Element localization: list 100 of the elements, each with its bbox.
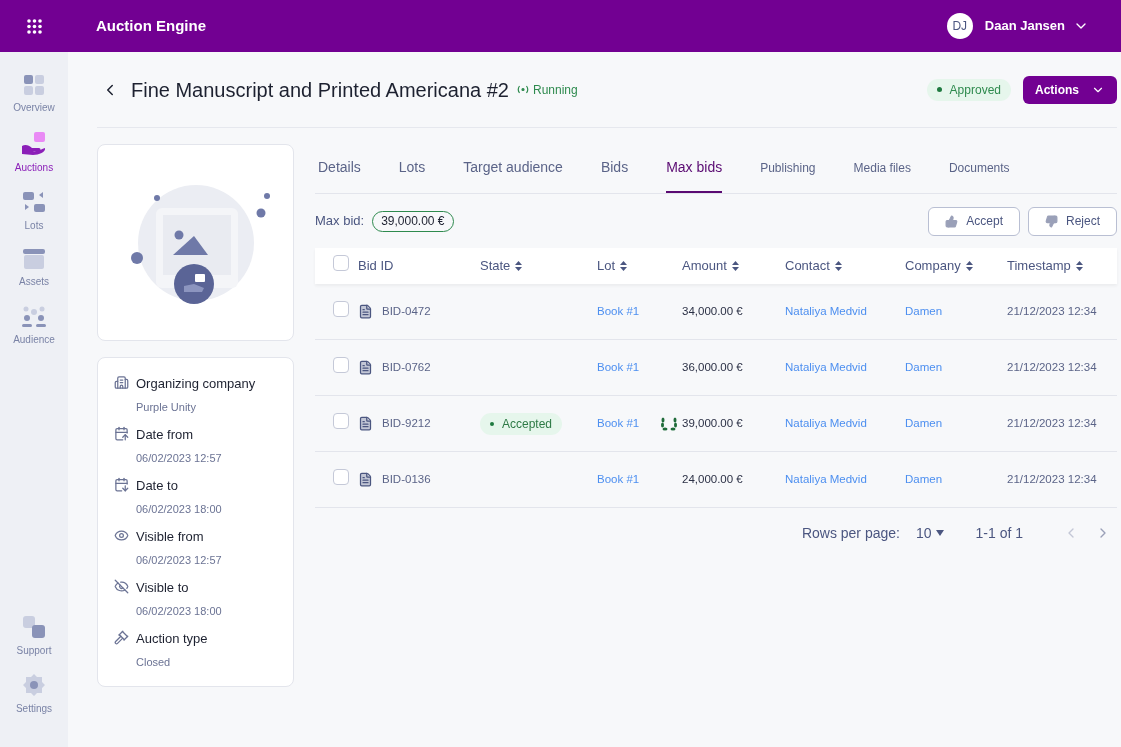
checkbox[interactable] (333, 300, 349, 317)
contact-link[interactable]: Nataliya Medvid (785, 472, 867, 485)
tab[interactable]: Media files (853, 144, 911, 193)
company-link[interactable]: Damen (905, 472, 943, 485)
table-cell: 21/12/2023 12:34 (1007, 304, 1097, 317)
tab[interactable]: Max bids (666, 144, 723, 193)
lot-link[interactable]: Book #1 (597, 470, 640, 489)
sort-icon[interactable] (965, 261, 973, 271)
actions-button[interactable]: Actions (1023, 75, 1117, 104)
document-icon (358, 416, 373, 431)
table-cell: 21/12/2023 12:34 (1007, 360, 1097, 373)
table-cell: 34,000.00 € (682, 304, 743, 317)
checkbox[interactable] (333, 356, 349, 373)
detail-label: Organizing company (136, 375, 256, 393)
tab[interactable]: Documents (948, 144, 1010, 193)
boxes-icon (22, 190, 46, 214)
contact-link[interactable]: Nataliya Medvid (785, 416, 867, 429)
detail-value: 06/02/2023 12:57 (136, 552, 222, 568)
apps-grid-icon[interactable] (26, 18, 42, 34)
table-cell-text: BID-9212 (382, 415, 431, 431)
detail-label: Date from (136, 426, 195, 444)
lot-link[interactable]: Book #1 (597, 358, 640, 377)
archive-icon (22, 248, 46, 270)
rows-per-page-select[interactable]: 10 (915, 522, 944, 544)
table-cell-text: BID-0136 (382, 471, 431, 487)
tab[interactable]: Target audience (463, 144, 563, 193)
document-icon (358, 304, 373, 319)
app-title: Auction Engine (96, 15, 206, 36)
people-icon (21, 306, 47, 328)
tab[interactable]: Bids (600, 144, 629, 193)
tab[interactable]: Lots (398, 144, 426, 193)
building-icon (114, 375, 129, 390)
detail-label: Auction type (136, 630, 208, 648)
sidebar-item[interactable]: Lots (22, 190, 46, 248)
eye-icon (114, 528, 129, 543)
column-header: Timestamp (1007, 257, 1071, 276)
reject-button[interactable]: Reject (1028, 206, 1117, 236)
sidebar-item[interactable]: Settings (15, 673, 53, 731)
column-header: Bid ID (358, 257, 394, 276)
approved-badge: Approved (926, 78, 1011, 101)
user-avatar[interactable]: DJ (946, 13, 973, 39)
sidebar-item[interactable]: Audience (13, 306, 55, 364)
contact-link[interactable]: Nataliya Medvid (785, 304, 867, 317)
company-link[interactable]: Damen (905, 304, 943, 317)
column-header: Company (905, 257, 961, 276)
sidebar-item[interactable]: Assets (19, 248, 49, 306)
company-link[interactable]: Damen (905, 416, 943, 429)
accepted-badge: Accepted (480, 412, 563, 435)
thumbs-down-icon (1045, 214, 1058, 228)
sort-icon[interactable] (515, 261, 523, 271)
page-title: Fine Manuscript and Printed Americana #2 (131, 77, 509, 103)
column-header: Lot (597, 257, 616, 276)
table-cell: 39,000.00 € (682, 416, 743, 429)
settings-icon (22, 673, 46, 697)
table-cell: 21/12/2023 12:34 (1007, 472, 1097, 485)
sidebar-item[interactable]: Overview (13, 74, 55, 132)
checkbox[interactable] (333, 468, 349, 485)
checkbox[interactable] (333, 412, 349, 429)
company-link[interactable]: Damen (905, 360, 943, 373)
detail-value: 06/02/2023 18:00 (136, 501, 222, 517)
sort-icon[interactable] (834, 261, 842, 271)
sidebar-item[interactable]: Support (16, 615, 52, 673)
tab[interactable]: Details (318, 144, 361, 193)
chat-bubbles-icon (22, 615, 46, 639)
sidebar-item[interactable]: Auctions (14, 132, 54, 190)
detail-label: Visible to (136, 579, 190, 597)
column-header: State (480, 257, 511, 276)
document-icon (358, 360, 373, 375)
dropdown-arrow-icon (935, 530, 944, 536)
grid-icon (23, 74, 45, 96)
detail-value: 06/02/2023 12:57 (136, 450, 222, 466)
lot-link[interactable]: Book #1 (597, 414, 640, 433)
detail-value: Purple Unity (136, 399, 197, 415)
table-cell: 36,000.00 € (682, 360, 743, 373)
detail-label: Visible from (136, 528, 205, 546)
table-cell: 21/12/2023 12:34 (1007, 416, 1097, 429)
contact-link[interactable]: Nataliya Medvid (785, 360, 867, 373)
calendar-icon (114, 477, 129, 492)
tab[interactable]: Publishing (760, 144, 816, 193)
column-header: Contact (785, 257, 830, 276)
column-header: Amount (682, 257, 727, 276)
table-cell-text: BID-0762 (382, 359, 431, 375)
page-range: 1-1 of 1 (975, 523, 1023, 543)
eye-off-icon (114, 579, 129, 594)
accept-button[interactable]: Accept (928, 206, 1020, 236)
checkbox[interactable] (333, 255, 349, 272)
detail-value: Closed (136, 654, 172, 670)
max-bid-label: Max bid: (315, 212, 365, 231)
user-menu[interactable]: Daan Jansen (984, 16, 1089, 36)
sort-icon[interactable] (620, 261, 628, 271)
rows-per-page-label: Rows per page: (801, 523, 900, 543)
broadcast-icon (517, 85, 529, 94)
document-icon (358, 472, 373, 487)
sort-icon[interactable] (731, 261, 739, 271)
gavel-icon (114, 630, 129, 645)
detail-value: 06/02/2023 18:00 (136, 603, 222, 619)
calendar-icon (114, 426, 129, 441)
detail-label: Date to (136, 477, 179, 495)
lot-link[interactable]: Book #1 (597, 302, 640, 321)
sort-icon[interactable] (1075, 261, 1083, 271)
